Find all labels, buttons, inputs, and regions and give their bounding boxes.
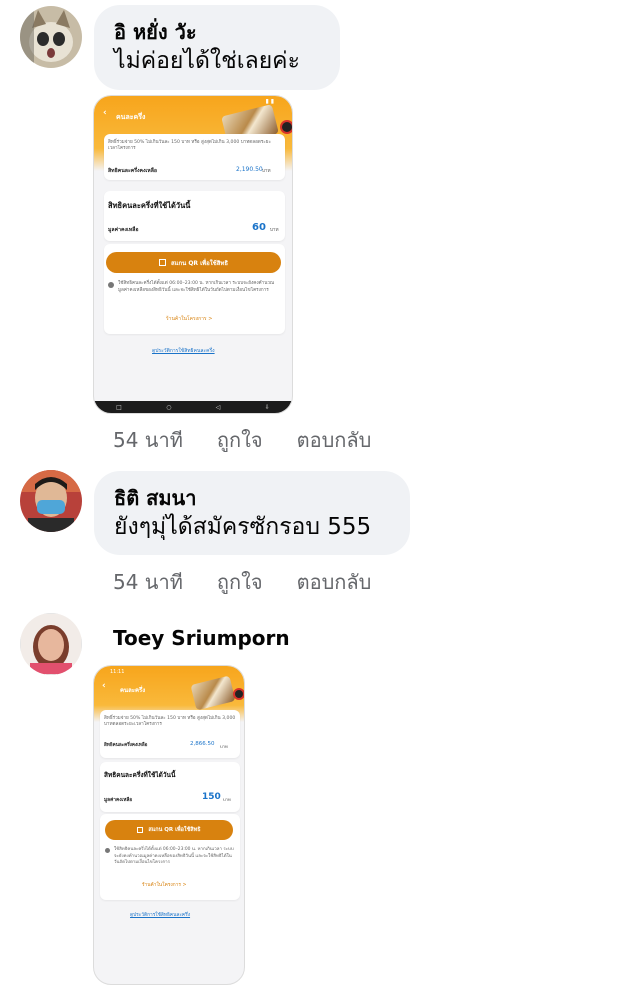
back-icon[interactable]: ‹: [102, 681, 106, 691]
person-avatar-image: [20, 470, 82, 532]
android-nav-bar: □ ○ ◁ ⇩: [94, 401, 292, 413]
attached-screenshot[interactable]: ▮ ▮ ‹ คนละครึ่ง สิทธิ์ร่วมจ่าย 50% ไม่เก…: [93, 95, 293, 414]
scan-qr-label: สแกน QR เพื่อใช้สิทธิ: [148, 827, 201, 833]
comment-author[interactable]: อิ หยั่ง วัะ: [114, 19, 320, 45]
qr-icon: [137, 827, 144, 833]
scan-qr-button[interactable]: สแกน QR เพื่อใช้สิทธิ: [106, 252, 281, 273]
scan-qr-label: สแกน QR เพื่อใช้สิทธิ: [170, 259, 229, 267]
today-title: สิทธิคนละครึ่งที่ใช้ได้วันนี้: [108, 201, 191, 210]
avatar[interactable]: [20, 470, 82, 532]
comment-author[interactable]: Toey Sriumporn: [113, 625, 290, 651]
avatar[interactable]: [20, 613, 82, 675]
person-avatar-image: [20, 613, 82, 675]
nav-home-icon[interactable]: ○: [166, 404, 171, 411]
comment-time[interactable]: 54 นาที: [113, 566, 183, 598]
scan-qr-button[interactable]: สแกน QR เพื่อใช้สิทธิ: [105, 820, 233, 840]
like-button[interactable]: ถูกใจ: [217, 424, 263, 456]
today-title: สิทธิคนละครึ่งที่ใช้ได้วันนี้: [104, 771, 176, 779]
comment-actions: 54 นาที ถูกใจ ตอบกลับ: [113, 424, 371, 456]
remaining-unit: บาท: [262, 169, 271, 174]
remaining-label: สิทธิคนละครึ่งคงเหลือ: [104, 743, 148, 748]
history-link[interactable]: ดูประวัติการใช้สิทธิคนละครึ่ง: [152, 347, 215, 355]
back-icon[interactable]: ‹: [103, 108, 107, 118]
comment-text: ไม่ค่อยได้ใช่เลยค่ะ: [114, 48, 300, 74]
shops-link[interactable]: ร้านค้าในโครงการ >: [166, 315, 212, 323]
stop-icon: [233, 688, 244, 700]
screen-title: คนละครึ่ง: [120, 687, 146, 694]
comment-actions: 54 นาที ถูกใจ ตอบกลับ: [113, 566, 371, 598]
nav-square-icon[interactable]: □: [116, 404, 122, 411]
nav-menu-icon[interactable]: ⇩: [265, 404, 270, 411]
balance-value: 150: [202, 792, 221, 802]
balance-unit: บาท: [223, 797, 231, 802]
rights-description: สิทธิ์ร่วมจ่าย 50% ไม่เกินวันละ 150 บาท …: [104, 716, 236, 727]
screen-title: คนละครึ่ง: [116, 113, 146, 121]
shops-link[interactable]: ร้านค้าในโครงการ >: [142, 881, 187, 889]
balance-unit: บาท: [270, 228, 279, 233]
comment-bubble: ธิติ สมนา ยังๆมุ่ได้สมัครซักรอบ 555: [94, 471, 410, 555]
usage-info: ใช้สิทธิคนละครึ่งได้ตั้งแต่ 06:00–23:00 …: [114, 847, 234, 865]
remaining-unit: บาท: [220, 744, 228, 749]
info-icon: [108, 282, 114, 288]
status-bar: 11:11: [110, 669, 125, 675]
info-icon: [105, 848, 110, 853]
nav-back-icon[interactable]: ◁: [216, 404, 221, 411]
reply-button[interactable]: ตอบกลับ: [297, 424, 372, 456]
qr-icon: [158, 259, 166, 266]
like-button[interactable]: ถูกใจ: [217, 566, 263, 598]
comment-text: ยังๆมุ่ได้สมัครซักรอบ 555: [114, 514, 372, 540]
comment-bubble: อิ หยั่ง วัะ ไม่ค่อยได้ใช่เลยค่ะ: [94, 5, 340, 90]
usage-info: ใช้สิทธิคนละครึ่งได้ตั้งแต่ 06:00–23:00 …: [118, 281, 275, 293]
balance-value: 60: [252, 222, 266, 233]
rights-description: สิทธิ์ร่วมจ่าย 50% ไม่เกินวันละ 150 บาท …: [108, 140, 271, 151]
attached-screenshot[interactable]: 11:11 ‹ คนละครึ่ง สิทธิ์ร่วมจ่าย 50% ไม่…: [93, 665, 245, 985]
remaining-value: 2,866.50: [190, 741, 215, 747]
comment-author[interactable]: ธิติ สมนา: [114, 485, 390, 511]
history-link[interactable]: ดูประวัติการใช้สิทธิคนละครึ่ง: [130, 911, 190, 919]
reply-button[interactable]: ตอบกลับ: [297, 566, 372, 598]
avatar[interactable]: [20, 6, 82, 68]
cat-avatar-image: [20, 6, 82, 68]
balance-label: มูลค่าคงเหลือ: [104, 798, 133, 803]
comment-time[interactable]: 54 นาที: [113, 424, 183, 456]
remaining-value: 2,190.50: [236, 166, 263, 173]
balance-label: มูลค่าคงเหลือ: [108, 227, 139, 233]
remaining-label: สิทธิคนละครึ่งคงเหลือ: [108, 168, 158, 174]
stop-icon: [280, 120, 292, 134]
